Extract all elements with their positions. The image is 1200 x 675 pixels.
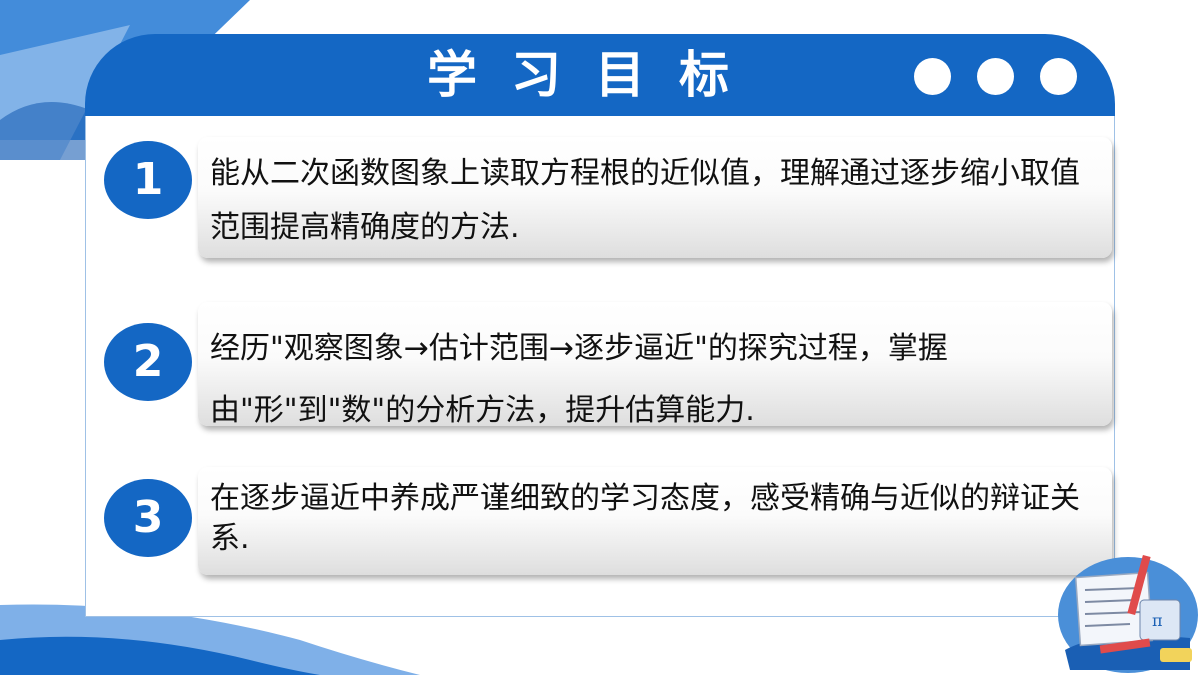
dot-icon	[977, 58, 1014, 95]
math-study-illustration-icon: π	[1058, 554, 1198, 673]
dot-icon	[914, 58, 951, 95]
objective-number-2: 2	[104, 323, 192, 401]
objective-item-1: 能从二次函数图象上读取方程根的近似值，理解通过逐步缩小取值范围提高精确度的方法.	[198, 137, 1112, 258]
objective-number-3: 3	[104, 479, 192, 557]
objective-text-2: 经历"观察图象→估计范围→逐步逼近"的探究过程，掌握由"形"到"数"的分析方法，…	[210, 331, 948, 428]
header-bar: 学习目标	[85, 34, 1115, 116]
page-title: 学习目标	[427, 46, 763, 104]
objective-item-2: 经历"观察图象→估计范围→逐步逼近"的探究过程，掌握由"形"到"数"的分析方法，…	[198, 302, 1112, 428]
objective-text-1: 能从二次函数图象上读取方程根的近似值，理解通过逐步缩小取值范围提高精确度的方法.	[210, 156, 1080, 245]
objective-item-3: 在逐步逼近中养成严谨细致的学习态度，感受精确与近似的辩证关系.	[198, 467, 1112, 575]
svg-text:π: π	[1152, 611, 1163, 630]
objective-number-1: 1	[104, 141, 192, 219]
objective-text-3: 在逐步逼近中养成严谨细致的学习态度，感受精确与近似的辩证关系.	[210, 481, 1080, 556]
dot-icon	[1040, 58, 1077, 95]
header-dots	[914, 58, 1077, 95]
